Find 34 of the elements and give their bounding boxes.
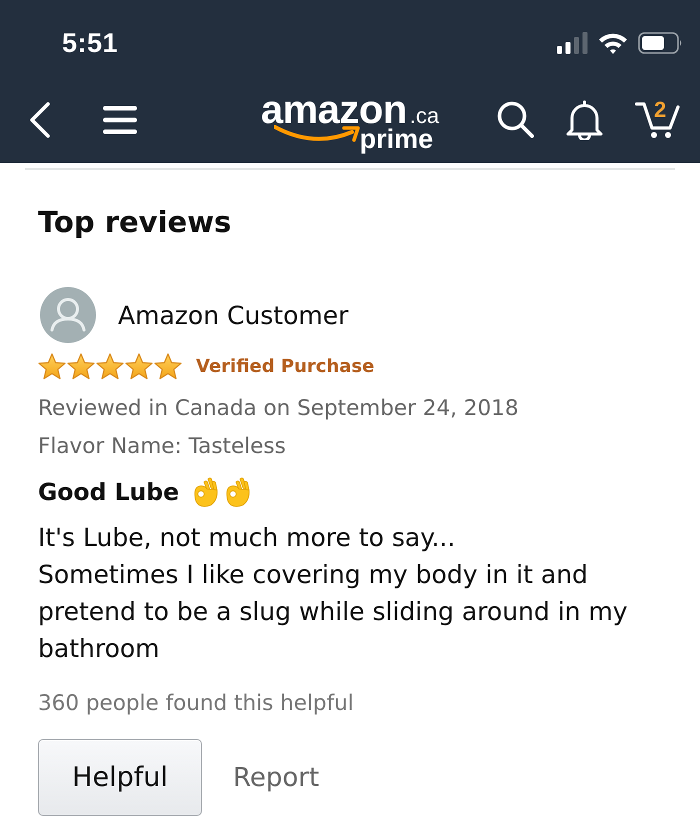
bell-icon [566,100,603,140]
search-button[interactable] [497,101,534,138]
review-text: Sometimes I like covering my body in it and pretend to be a slug while sliding around in my bathroom [38,559,629,665]
star-filled-icon [38,353,66,380]
report-link[interactable]: Report [233,762,320,792]
star-filled-icon [96,353,124,380]
menu-button[interactable] [102,104,138,134]
avatar-icon [40,287,96,343]
smile-arrow-icon [274,124,360,142]
review-title: Good Lube [38,477,180,508]
logo-domain-text: .ca [410,105,440,127]
author-name: Amazon Customer [118,300,348,330]
battery-icon [638,32,683,54]
variant-label: Flavor Name: Tasteless [38,433,286,461]
star-filled-icon [154,353,182,380]
menu-icon [102,104,138,134]
verified-purchase-label: Verified Purchase [196,356,374,377]
star-filled-icon [67,353,95,380]
back-button[interactable] [28,102,52,138]
wifi-icon [598,32,628,54]
review-date: Reviewed in Canada on September 24, 2018 [38,395,519,423]
helpful-count: 360 people found this helpful [38,690,354,718]
section-title: Top reviews [38,204,232,240]
search-icon [497,101,534,138]
status-time: 5:51 [62,28,118,58]
star-filled-icon [125,353,153,380]
signal-icon [557,32,588,54]
back-chevron-icon [28,102,52,138]
review-text: It's Lube, not much more to say... [38,522,456,554]
cart-count: 2 [654,98,666,120]
notifications-button[interactable] [566,100,603,140]
cart-icon [635,100,680,140]
cart-button[interactable]: 2 [635,100,680,140]
helpful-button[interactable]: Helpful [38,739,202,816]
